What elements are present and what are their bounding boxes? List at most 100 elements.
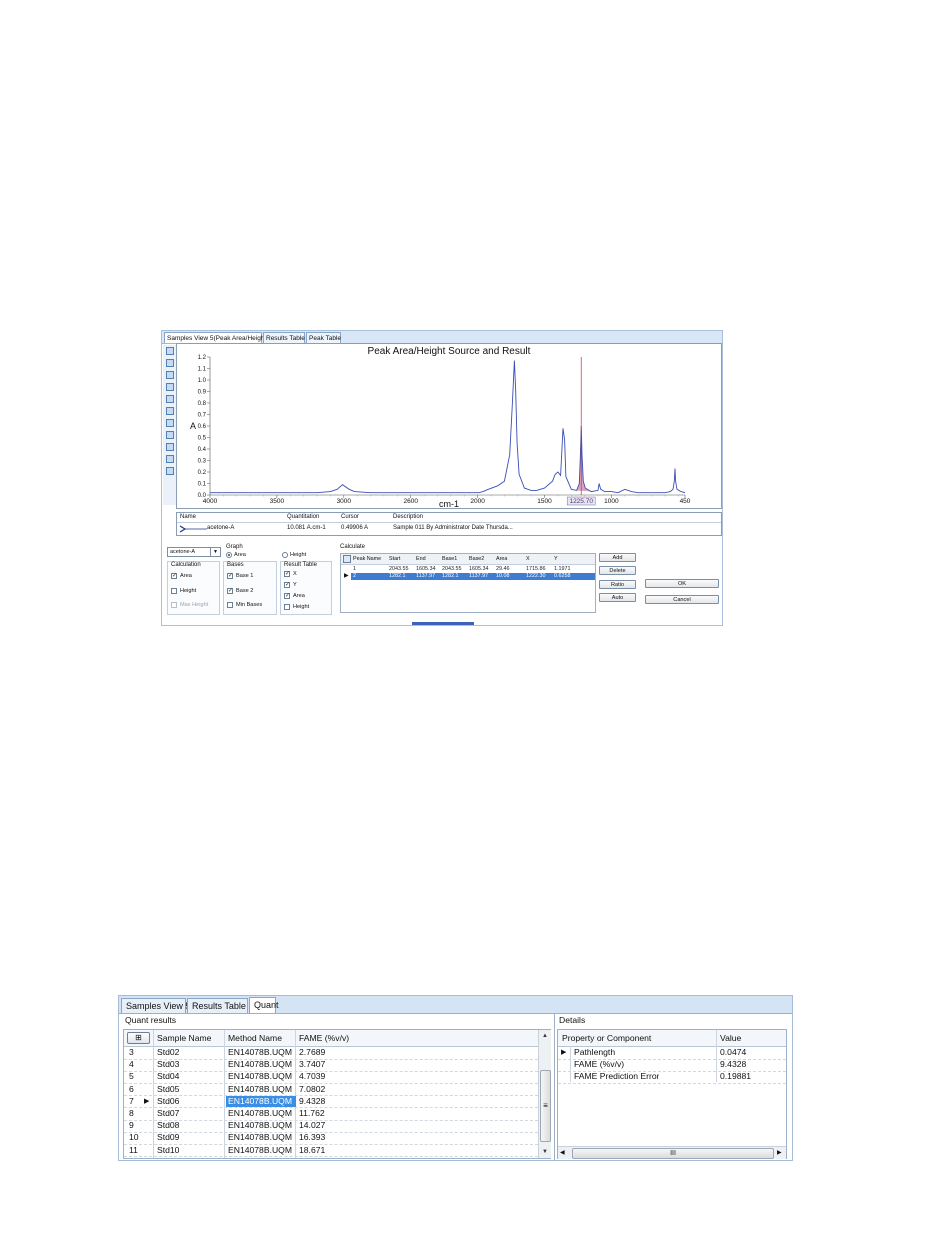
scroll-down-icon[interactable]: ▼ — [539, 1146, 551, 1158]
base1-checkbox[interactable]: ✓ — [227, 573, 233, 579]
calc-cell: 1605.34 — [469, 566, 489, 572]
base1-label: Base 1 — [236, 573, 254, 579]
chevron-down-icon[interactable]: ▼ — [210, 548, 220, 556]
delete-button[interactable]: Delete — [599, 566, 636, 575]
spectrum-chart-frame: Peak Area/Height Source and Result 0.0 0.1… — [176, 343, 722, 509]
sample-name-cell: Std06 — [157, 1095, 180, 1106]
graph-height-radio[interactable] — [282, 552, 288, 558]
calc-header-4[interactable]: Base2 — [469, 556, 484, 562]
scale-icon[interactable] — [166, 359, 174, 367]
min-bases-checkbox[interactable] — [227, 602, 233, 608]
vertical-scrollbar[interactable]: ▲ ≡ ▼ — [538, 1030, 551, 1158]
scroll-up-icon[interactable]: ▲ — [539, 1030, 551, 1042]
grid-icon[interactable] — [166, 431, 174, 439]
header-property[interactable]: Property or Component — [562, 1032, 651, 1045]
fame-value-cell: 18.671 — [299, 1144, 326, 1155]
scroll-left-icon[interactable]: ◀ — [560, 1147, 565, 1159]
zoom-icon[interactable] — [166, 347, 174, 355]
label-icon[interactable] — [166, 419, 174, 427]
row-pointer-icon: ▶ — [144, 1097, 150, 1105]
cancel-button[interactable]: Cancel — [645, 595, 719, 604]
table-row[interactable]: 9 Std08 EN14078B.UQM 14.027 — [124, 1120, 538, 1133]
tab-quant[interactable]: Quant — [249, 997, 279, 1013]
x-tick-label: 450 — [680, 498, 691, 505]
table-row[interactable]: 7 ▶ Std06 EN14078B.UQM 9.4328 — [124, 1095, 538, 1109]
header-method-name[interactable]: Method Name — [228, 1032, 282, 1045]
tab-results-table[interactable]: Results Table — [263, 332, 305, 343]
table-row[interactable]: 5 Std04 EN14078B.UQM 4.7039 — [124, 1071, 538, 1084]
value-cell: 0.0474 — [720, 1047, 747, 1057]
calc-area-checkbox[interactable]: ✓ — [171, 573, 177, 579]
fame-value-cell: 9.4328 — [299, 1095, 326, 1106]
ratio-button[interactable]: Ratio — [599, 580, 636, 589]
sample-name-cell: Std03 — [157, 1059, 180, 1070]
table-row[interactable]: 8 Std07 EN14078B.UQM 11.762 — [124, 1108, 538, 1121]
fit-icon[interactable] — [166, 467, 174, 475]
stack-icon[interactable] — [166, 383, 174, 391]
calc-height-checkbox[interactable] — [171, 588, 177, 594]
text-icon[interactable] — [166, 443, 174, 451]
hscroll-thumb[interactable]: III — [572, 1148, 774, 1159]
rt-area-label: Area — [293, 593, 305, 599]
rt-x-checkbox[interactable]: ✓ — [284, 571, 290, 577]
legend-series-name[interactable]: acetone-A — [207, 525, 234, 531]
table-row[interactable]: 4 Std03 EN14078B.UQM 3.7407 — [124, 1059, 538, 1072]
calc-cell: 1 — [353, 566, 356, 572]
calc-max-height-checkbox[interactable] — [171, 602, 177, 608]
legend-description: Sample 011 By Administrator Date Thursda… — [393, 525, 513, 531]
calc-cell: 29.46 — [496, 566, 510, 572]
rt-y-checkbox[interactable]: ✓ — [284, 582, 290, 588]
table-row[interactable]: 11 Std10 EN14078B.UQM 18.671 — [124, 1145, 538, 1158]
table-row[interactable]: 10 Std09 EN14078B.UQM 16.393 — [124, 1132, 538, 1145]
method-name-cell: EN14078B.UQM — [228, 1059, 293, 1070]
column-chooser-icon[interactable]: ⊞ — [127, 1032, 150, 1044]
calc-cell: 1282.1 — [389, 573, 406, 579]
rt-area-checkbox[interactable]: ✓ — [284, 593, 290, 599]
scroll-thumb[interactable]: ≡ — [540, 1070, 551, 1142]
peak-icon[interactable] — [166, 407, 174, 415]
graph-area-radio[interactable] — [226, 552, 232, 558]
add-button[interactable]: Add — [599, 553, 636, 562]
calc-height-label: Height — [180, 588, 197, 594]
property-cell: FAME (%v/v) — [574, 1059, 625, 1069]
component-select[interactable]: acetone-A ▼ — [167, 547, 221, 557]
y-tick-label: 0.1 — [198, 482, 207, 488]
details-row[interactable]: ▶ Pathlength 0.0474 — [558, 1047, 786, 1060]
rt-y-label: Y — [293, 582, 297, 588]
rt-height-checkbox[interactable] — [284, 604, 290, 610]
sample-name-cell: Std10 — [157, 1144, 180, 1155]
ok-button[interactable]: OK — [645, 579, 719, 588]
copy-icon[interactable] — [166, 455, 174, 463]
offset-icon[interactable] — [166, 371, 174, 379]
tab-samples-view-5[interactable]: Samples View 5 — [121, 998, 190, 1013]
details-row[interactable]: FAME Prediction Error 0.19881 — [558, 1071, 786, 1084]
header-sample-name[interactable]: Sample Name — [157, 1032, 211, 1045]
calc-header-7[interactable]: Y — [554, 556, 558, 562]
calc-header-2[interactable]: End — [416, 556, 426, 562]
sample-name-cell: Std02 — [157, 1047, 180, 1057]
scroll-grip-v: ≡ — [543, 1101, 548, 1110]
auto-button[interactable]: Auto — [599, 593, 636, 602]
header-fame[interactable]: FAME (%v/v) — [299, 1032, 349, 1045]
table-options-icon[interactable] — [343, 555, 351, 563]
base2-checkbox[interactable]: ✓ — [227, 588, 233, 594]
calc-header-3[interactable]: Base1 — [442, 556, 457, 562]
calc-header-6[interactable]: X — [526, 556, 530, 562]
calc-header-5[interactable]: Area — [496, 556, 507, 562]
fame-value-cell: 16.393 — [299, 1132, 326, 1143]
sample-name-cell: Std08 — [157, 1120, 180, 1131]
tab-results-table[interactable]: Results Table — [187, 998, 248, 1013]
details-row[interactable]: FAME (%v/v) 9.4328 — [558, 1059, 786, 1072]
overlay-icon[interactable] — [166, 395, 174, 403]
calc-header-1[interactable]: Start — [389, 556, 400, 562]
scroll-grip: III — [670, 1150, 676, 1157]
table-row[interactable]: 3 Std02 EN14078B.UQM 2.7689 — [124, 1047, 538, 1060]
tab-samples-view[interactable]: Samples View 5(Peak Area/Height) — [164, 332, 268, 343]
table-row[interactable]: 6 Std05 EN14078B.UQM 7.0802 — [124, 1084, 538, 1097]
scroll-right-icon[interactable]: ▶ — [777, 1147, 782, 1159]
horizontal-scrollbar[interactable]: ◀ III ▶ — [558, 1146, 786, 1159]
header-value[interactable]: Value — [720, 1032, 741, 1045]
tab-peak-table[interactable]: Peak Table — [306, 332, 341, 343]
calc-header-0[interactable]: Peak Name — [353, 556, 381, 562]
y-tick-label: 1.2 — [198, 355, 207, 361]
